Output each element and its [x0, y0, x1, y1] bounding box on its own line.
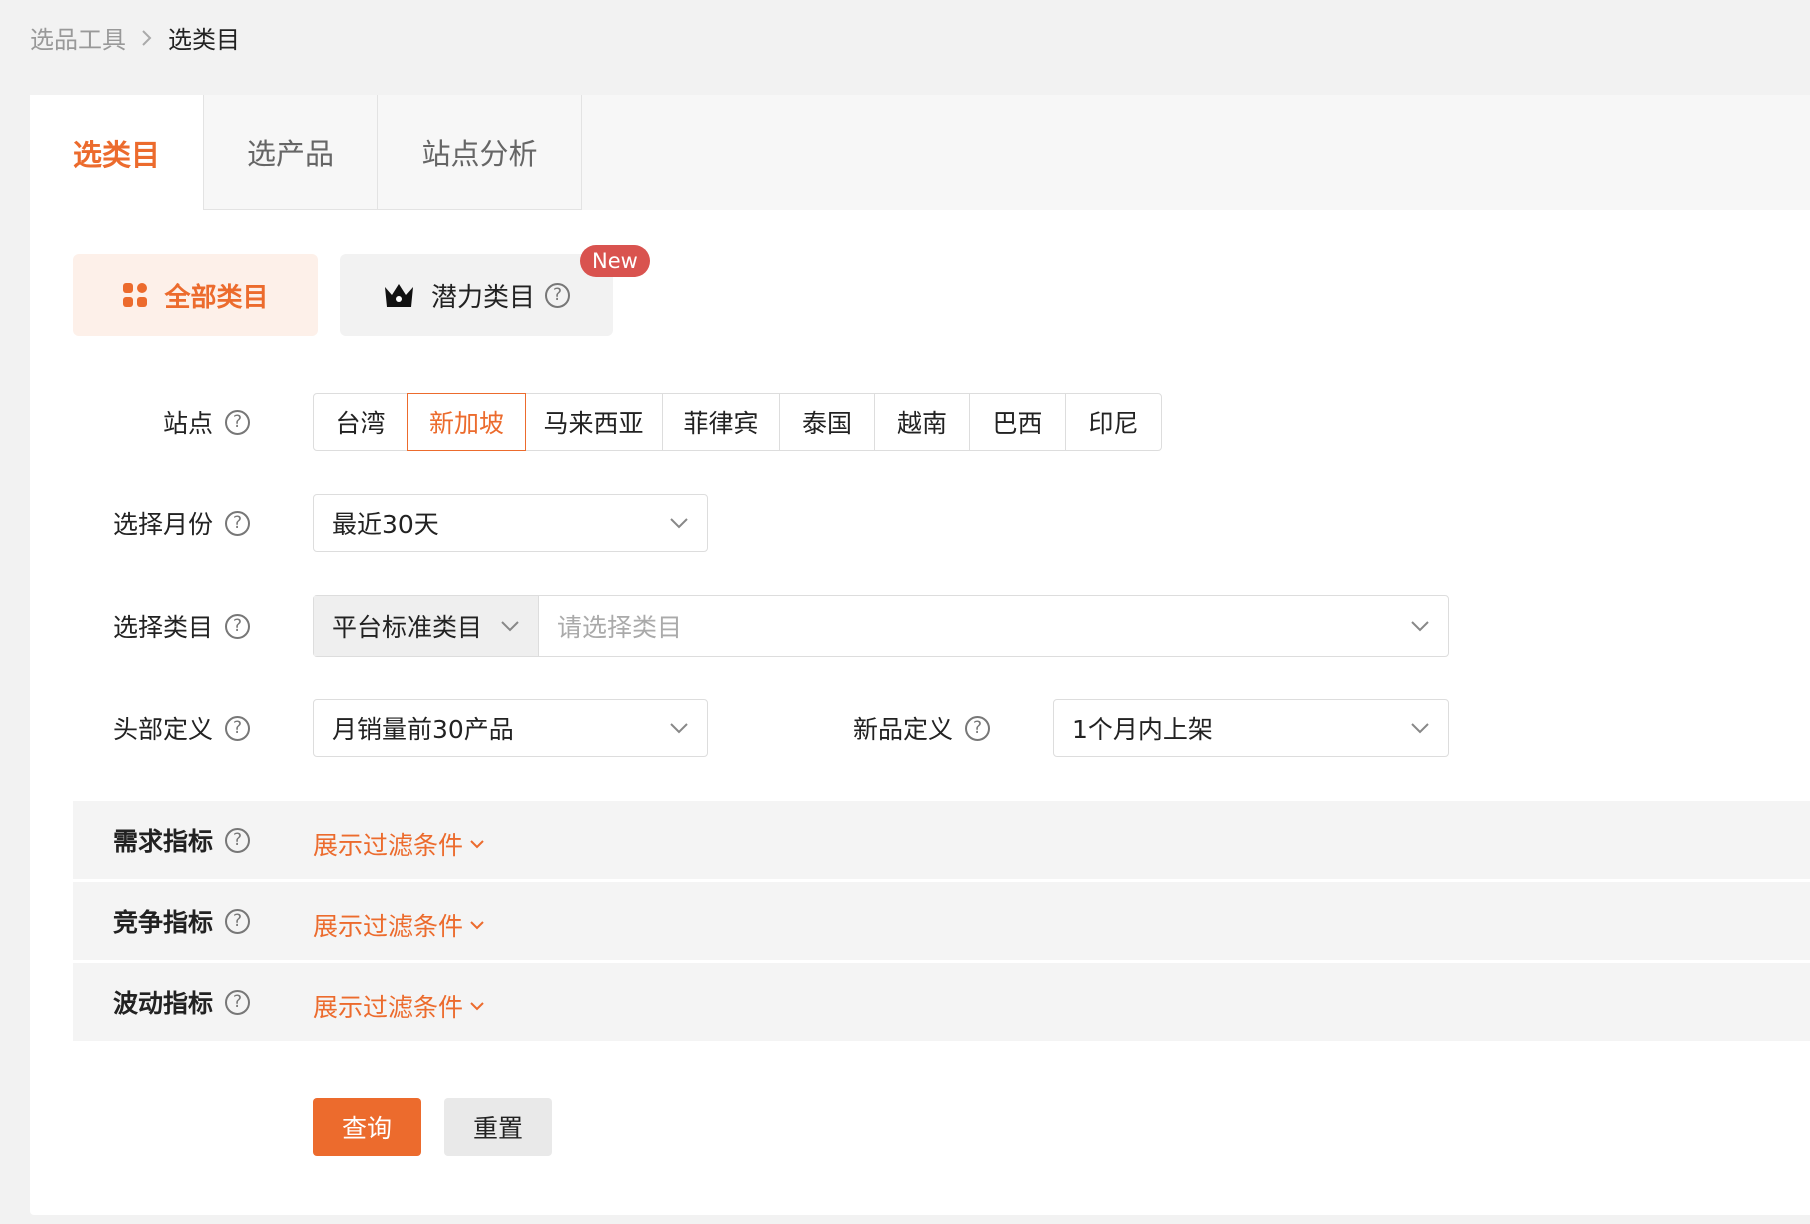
category-label-text: 选择类目 — [112, 613, 213, 642]
new-def-label-text: 新品定义 — [852, 715, 953, 744]
chevron-down-icon — [669, 517, 689, 529]
help-icon[interactable]: ? — [225, 409, 250, 435]
competition-label: 竞争指标 ? — [30, 892, 250, 950]
crown-icon — [383, 281, 415, 309]
chevron-right-icon — [140, 28, 154, 48]
site-option-indonesia[interactable]: 印尼 — [1066, 394, 1161, 450]
chevron-down-icon — [469, 839, 485, 849]
category-type-value: 平台标准类目 — [332, 613, 483, 642]
month-label-text: 选择月份 — [112, 510, 213, 539]
month-label: 选择月份 ? — [30, 494, 250, 552]
site-label: 站点 ? — [30, 393, 250, 451]
query-button[interactable]: 查询 — [313, 1098, 421, 1156]
chevron-down-icon — [1410, 722, 1430, 734]
breadcrumb-current: 选类目 — [168, 26, 240, 54]
help-icon[interactable]: ? — [225, 827, 250, 853]
potential-categories-label: 潜力类目 — [430, 282, 535, 313]
site-option-philippines[interactable]: 菲律宾 — [663, 394, 780, 450]
head-def-label: 头部定义 ? — [30, 699, 250, 757]
chevron-down-icon — [500, 620, 520, 632]
all-categories-label: 全部类目 — [164, 282, 269, 313]
chevron-down-icon — [469, 920, 485, 930]
site-selector: 台湾 新加坡 马来西亚 菲律宾 泰国 越南 巴西 印尼 — [313, 393, 1162, 451]
site-option-malaysia[interactable]: 马来西亚 — [525, 394, 663, 450]
new-def-select[interactable]: 1个月内上架 — [1053, 699, 1449, 757]
new-def-label: 新品定义 ? — [770, 699, 990, 757]
main-card: 选类目 选产品 站点分析 全部类目 潜力类目 ? New 站点 ? 台湾 新加坡… — [30, 95, 1810, 1215]
chevron-down-icon — [1410, 620, 1430, 632]
demand-label: 需求指标 ? — [30, 811, 250, 869]
site-option-thailand[interactable]: 泰国 — [780, 394, 875, 450]
demand-show-filters-link[interactable]: 展示过滤条件 — [313, 826, 485, 862]
volatility-label-text: 波动指标 — [112, 989, 213, 1018]
site-label-text: 站点 — [162, 409, 213, 438]
help-icon[interactable]: ? — [225, 989, 250, 1015]
help-icon[interactable]: ? — [225, 613, 250, 639]
category-placeholder: 请选择类目 — [557, 613, 683, 642]
help-icon[interactable]: ? — [225, 510, 250, 536]
month-select[interactable]: 最近30天 — [313, 494, 708, 552]
category-type-select[interactable]: 平台标准类目 — [314, 596, 539, 656]
competition-link-text: 展示过滤条件 — [313, 912, 464, 941]
volatility-show-filters-link[interactable]: 展示过滤条件 — [313, 988, 485, 1024]
head-def-label-text: 头部定义 — [112, 715, 213, 744]
demand-label-text: 需求指标 — [112, 827, 213, 856]
month-select-value: 最近30天 — [332, 510, 439, 539]
help-icon[interactable]: ? — [965, 715, 990, 741]
help-icon[interactable]: ? — [545, 282, 570, 308]
site-option-vietnam[interactable]: 越南 — [875, 394, 970, 450]
breadcrumb: 选品工具 选类目 — [30, 20, 240, 55]
site-option-singapore[interactable]: 新加坡 — [407, 393, 526, 451]
chevron-down-icon — [669, 722, 689, 734]
head-def-value: 月销量前30产品 — [332, 715, 514, 744]
volatility-label: 波动指标 ? — [30, 973, 250, 1031]
help-icon[interactable]: ? — [225, 715, 250, 741]
chevron-down-icon — [469, 1001, 485, 1011]
site-option-taiwan[interactable]: 台湾 — [314, 394, 408, 450]
all-categories-button[interactable]: 全部类目 — [73, 254, 318, 336]
category-label: 选择类目 ? — [30, 597, 250, 655]
reset-button[interactable]: 重置 — [444, 1098, 552, 1156]
tab-site-analysis[interactable]: 站点分析 — [378, 95, 582, 210]
competition-show-filters-link[interactable]: 展示过滤条件 — [313, 907, 485, 943]
category-select[interactable]: 请选择类目 — [539, 596, 1448, 656]
grid-icon — [122, 282, 148, 308]
site-option-brazil[interactable]: 巴西 — [970, 394, 1066, 450]
competition-label-text: 竞争指标 — [112, 908, 213, 937]
category-combo: 平台标准类目 请选择类目 — [313, 595, 1449, 657]
demand-link-text: 展示过滤条件 — [313, 831, 464, 860]
new-def-value: 1个月内上架 — [1072, 715, 1213, 744]
tab-select-product[interactable]: 选产品 — [204, 95, 378, 210]
tab-select-category[interactable]: 选类目 — [30, 95, 204, 210]
potential-categories-button[interactable]: 潜力类目 ? — [340, 254, 613, 336]
breadcrumb-root[interactable]: 选品工具 — [30, 20, 126, 55]
volatility-link-text: 展示过滤条件 — [313, 993, 464, 1022]
help-icon[interactable]: ? — [225, 908, 250, 934]
new-badge: New — [580, 245, 650, 277]
head-def-select[interactable]: 月销量前30产品 — [313, 699, 708, 757]
tab-bar: 选类目 选产品 站点分析 — [30, 95, 1810, 210]
